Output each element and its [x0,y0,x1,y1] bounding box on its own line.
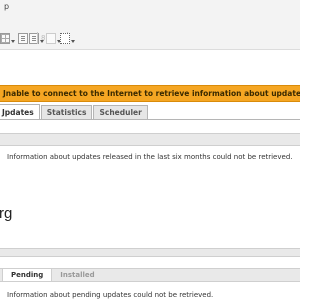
partial-text-fragment: rg [0,205,13,222]
pending-error-message: Information about pending updates could … [7,291,214,299]
chevron-down-icon[interactable] [11,33,16,44]
subtab-label: Pending [11,271,44,279]
table-icon[interactable] [0,32,10,44]
tab-pending[interactable]: Pending [2,269,53,281]
disabled-format-icon [46,32,57,44]
tab-statistics[interactable]: Statistics [40,105,93,119]
tab-label: Statistics [46,108,87,117]
toolbar-separator [37,32,38,44]
tab-label: Scheduler [99,108,142,117]
section-divider [0,248,300,257]
subtab-label: Installed [60,271,95,279]
updates-panel: Information about updates released in th… [0,121,300,300]
toolbar-group-right [60,31,78,45]
document-icon[interactable] [18,32,28,44]
toolbar-faint-label: 8 [41,34,46,42]
toolbar: p 8 [0,0,300,50]
connection-warning-bar: Jnable to connect to the Internet to ret… [0,85,300,102]
connection-warning-text: Jnable to connect to the Internet to ret… [3,89,300,98]
tab-installed[interactable]: Installed [52,269,102,281]
menu-fragment[interactable]: p [4,2,9,11]
pending-subtabs: Pending Installed [0,268,300,282]
chevron-down-icon[interactable] [71,33,76,44]
tab-label: Jpdates [2,107,34,117]
main-tabs: Jpdates Statistics Scheduler [0,104,300,120]
tab-scheduler[interactable]: Scheduler [93,105,148,119]
updates-section-header [0,133,300,146]
updates-error-message: Information about updates released in th… [7,153,293,161]
tab-updates[interactable]: Jpdates [0,104,40,119]
selection-icon[interactable] [60,32,70,44]
